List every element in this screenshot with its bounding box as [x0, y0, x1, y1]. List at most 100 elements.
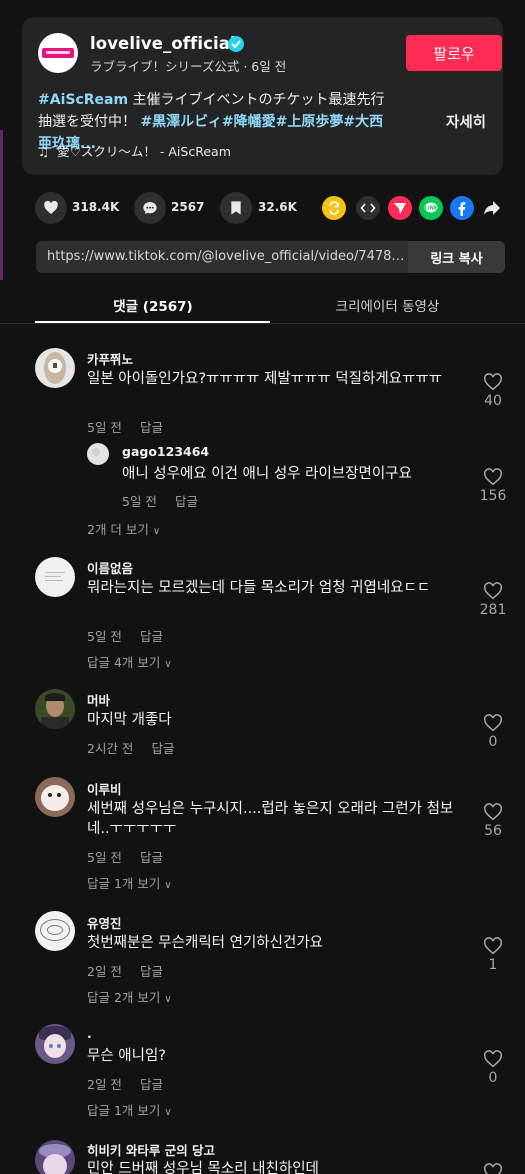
post-username[interactable]: lovelive_official	[90, 34, 236, 53]
follow-button[interactable]: 팔로우	[406, 35, 502, 71]
heart-outline-icon	[484, 468, 502, 486]
avatar[interactable]	[35, 911, 75, 951]
hashtag-kurosawa-ruby[interactable]: #黒澤ルビィ	[140, 114, 221, 130]
view-replies[interactable]: 답글 2개 보기 ∨	[87, 987, 172, 1006]
hashtag-aiscream[interactable]: #AiScReam	[38, 92, 128, 108]
embed-button[interactable]	[356, 196, 380, 220]
like-button[interactable]	[35, 192, 67, 224]
comment-like-button[interactable]: 56	[479, 803, 507, 839]
chevron-down-icon: ∨	[164, 994, 172, 1005]
chevron-down-icon: ∨	[152, 526, 161, 537]
heart-outline-icon	[484, 582, 502, 600]
comment-meta: 5일 전 답글	[87, 626, 163, 645]
hashtag-uehara-ayumu[interactable]: #上原歩夢	[276, 114, 344, 130]
comment-like-button[interactable]: 281	[479, 582, 507, 618]
view-replies-label: 답글 4개 보기	[87, 655, 161, 670]
hashtag-furihata-ai[interactable]: #降幡愛	[222, 114, 276, 130]
comment-author[interactable]: .	[87, 1026, 92, 1041]
video-url[interactable]: https://www.tiktok.com/@lovelive_officia…	[47, 249, 409, 264]
view-replies[interactable]: 답글 1개 보기 ∨	[87, 1100, 172, 1119]
comment-like-button[interactable]: 0	[479, 1050, 507, 1086]
comment-like-button[interactable]: 40	[479, 373, 507, 409]
reply-reply-button[interactable]: 답글	[175, 494, 198, 509]
view-replies-label: 답글 1개 보기	[87, 1103, 161, 1118]
tab-bar: 댓글 (2567) 크리에이터 동영상	[0, 288, 525, 324]
reply-button[interactable]: 답글	[151, 741, 174, 756]
heart-outline-icon	[484, 714, 502, 732]
avatar[interactable]	[35, 348, 75, 388]
post-info-card: lovelive_official ラブライブ！シリーズ公式 · 6일 전 팔로…	[22, 17, 503, 175]
avatar[interactable]	[35, 689, 75, 729]
tab-creator-videos[interactable]: 크리에이터 동영상	[270, 295, 505, 315]
save-count: 32.6K	[258, 200, 297, 214]
comment-like-count: 281	[479, 602, 507, 618]
share-line-button[interactable]: LINE	[419, 196, 443, 220]
save-button[interactable]	[220, 192, 252, 224]
avatar[interactable]	[35, 1140, 75, 1174]
comment-icon	[143, 202, 157, 214]
comment-text: 마지막 개좋다	[87, 712, 172, 728]
comment-button[interactable]	[134, 192, 166, 224]
facebook-icon	[458, 202, 466, 216]
lovelive-avatar[interactable]	[38, 33, 78, 73]
comment-time: 5일 전	[87, 850, 122, 865]
reply-avatar[interactable]	[87, 443, 109, 465]
action-bar: 318.4K 2567 32.6K LINE	[0, 192, 525, 224]
comment-time: 5일 전	[87, 420, 122, 435]
reply-author[interactable]: gago123464	[122, 444, 209, 459]
repost-button[interactable]	[322, 196, 346, 220]
avatar[interactable]	[35, 557, 75, 597]
line-icon: LINE	[424, 202, 438, 213]
comment-like-button[interactable]: 1	[479, 937, 507, 973]
see-more-link[interactable]: 자세히	[446, 111, 486, 132]
reply-button[interactable]: 답글	[140, 850, 163, 865]
heart-outline-icon	[484, 937, 502, 955]
code-icon	[360, 203, 376, 213]
comment-meta: 5일 전 답글	[87, 417, 163, 436]
reply-button[interactable]: 답글	[140, 1077, 163, 1092]
reply-button[interactable]: 답글	[140, 629, 163, 644]
copy-link-button[interactable]: 링크 복사	[408, 241, 505, 273]
comment-author[interactable]: 히비키 와타루 군의 당고	[87, 1140, 215, 1159]
heart-outline-icon	[484, 1163, 502, 1174]
view-replies[interactable]: 답글 1개 보기 ∨	[87, 873, 172, 892]
avatar[interactable]	[35, 1024, 75, 1064]
like-count: 318.4K	[72, 200, 120, 214]
music-link[interactable]: ♫ 愛♡スクリ～ム！ - AiScReam	[38, 141, 231, 160]
reply-like-button[interactable]: 156	[479, 468, 507, 504]
comment-like-count: 56	[484, 823, 502, 839]
comment-author[interactable]: 이름없음	[87, 558, 133, 577]
share-facebook-button[interactable]	[450, 196, 474, 220]
comment-like-count: 40	[484, 393, 502, 409]
view-replies[interactable]: 답글 4개 보기 ∨	[87, 652, 172, 671]
send-icon	[394, 203, 406, 214]
view-more-replies[interactable]: 2개 더 보기 ∨	[87, 519, 160, 538]
comment-author[interactable]: 카푸쮜노	[87, 349, 133, 368]
chevron-down-icon: ∨	[164, 880, 172, 891]
comment-text: 무슨 애니임?	[87, 1048, 167, 1064]
comment-author[interactable]: 이루비	[87, 779, 122, 798]
send-to-friends-button[interactable]	[388, 196, 412, 220]
heart-outline-icon	[484, 373, 502, 391]
reply-button[interactable]: 답글	[140, 420, 163, 435]
heart-icon	[44, 200, 58, 214]
tab-active-indicator	[35, 321, 270, 323]
comment-like-button[interactable]	[479, 1163, 507, 1174]
reply-like-count: 156	[479, 488, 507, 504]
share-more-button[interactable]	[483, 200, 501, 216]
comment-author[interactable]: 머바	[87, 690, 110, 709]
repost-icon	[329, 201, 339, 215]
comment-like-count: 0	[488, 734, 498, 750]
comment-author[interactable]: 유영진	[87, 913, 122, 932]
comment-like-count: 0	[488, 1070, 498, 1086]
verified-badge-icon	[228, 36, 244, 52]
avatar[interactable]	[35, 777, 75, 817]
comment-like-button[interactable]: 0	[479, 714, 507, 750]
comment-meta: 2시간 전 답글	[87, 738, 174, 757]
tab-comments[interactable]: 댓글 (2567)	[36, 295, 270, 315]
reply-button[interactable]: 답글	[140, 964, 163, 979]
comment-time: 2일 전	[87, 1077, 122, 1092]
post-subline: ラブライブ！シリーズ公式 · 6일 전	[90, 59, 287, 74]
chevron-down-icon: ∨	[164, 1107, 172, 1118]
reply-text: 애니 성우에요 이건 애니 성우 라이브장면이구요	[122, 466, 412, 482]
